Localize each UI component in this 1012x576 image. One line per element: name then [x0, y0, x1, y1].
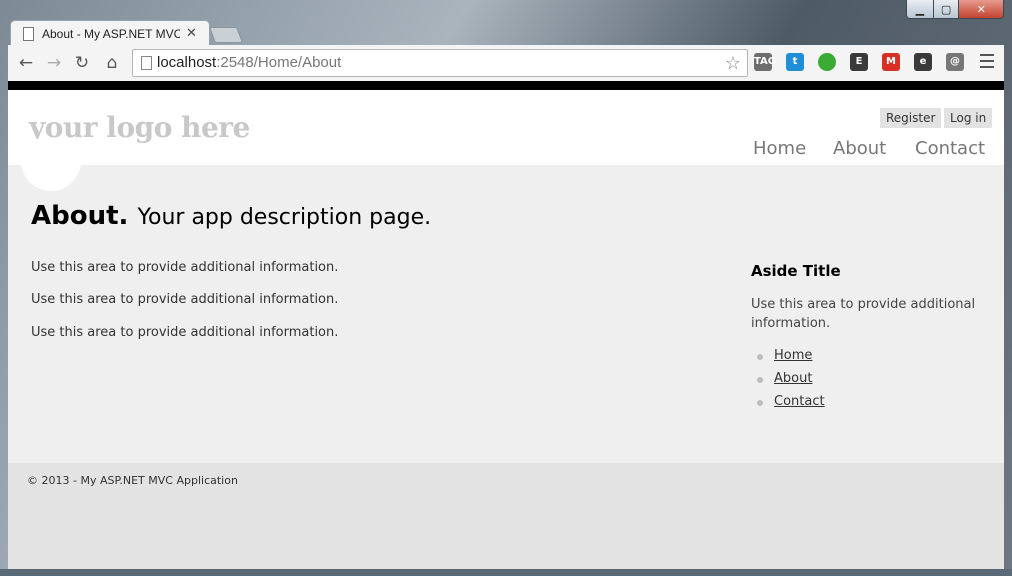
page-icon — [23, 26, 34, 41]
aside-title: Aside Title — [751, 262, 841, 280]
page-icon — [141, 56, 152, 70]
body-paragraph: Use this area to provide additional info… — [31, 292, 339, 307]
aside-link-contact[interactable]: Contact — [774, 394, 825, 409]
nav-contact-link[interactable]: Contact — [915, 138, 985, 159]
body-paragraph: Use this area to provide additional info… — [31, 325, 339, 340]
login-link[interactable]: Log in — [944, 108, 993, 128]
page-title-subtitle: Your app description page. — [137, 205, 432, 230]
page-title: About. Your app description page. — [31, 201, 431, 231]
close-window-button[interactable]: ✕ — [959, 0, 1004, 19]
back-icon[interactable]: ← — [16, 54, 36, 72]
tab-title: About - My ASP.NET MVC — [42, 26, 180, 41]
address-bar[interactable]: localhost:2548/Home/About ☆ — [132, 49, 748, 77]
footer-copyright: © 2013 - My ASP.NET MVC Application — [27, 474, 238, 487]
nav-about-link[interactable]: About — [833, 138, 886, 159]
aside-text: Use this area to provide additional info… — [751, 297, 976, 331]
twitter-icon[interactable]: t — [786, 53, 804, 71]
nav-home-link[interactable]: Home — [753, 138, 806, 159]
bookmark-star-icon[interactable]: ☆ — [725, 50, 741, 76]
aside-link-list: Home About Contact — [751, 348, 825, 417]
register-link[interactable]: Register — [880, 108, 942, 128]
at-sign-icon[interactable]: @ — [946, 53, 964, 71]
window-controls: ▁ ▢ ✕ — [906, 0, 1004, 20]
site-footer: © 2013 - My ASP.NET MVC Application — [8, 463, 1004, 569]
grid-extension-icon[interactable]: E — [850, 53, 868, 71]
minimize-button[interactable]: ▁ — [906, 0, 934, 19]
list-item: Contact — [751, 394, 825, 417]
evernote-icon[interactable]: e — [914, 53, 932, 71]
aside-link-home[interactable]: Home — [774, 348, 812, 363]
page-viewport: your logo here Register Log in Home Abou… — [8, 81, 1004, 569]
tag-extension-icon[interactable]: TAG — [754, 53, 776, 71]
close-tab-icon[interactable]: ✕ — [186, 26, 197, 41]
new-tab-button[interactable] — [209, 27, 243, 43]
list-item: About — [751, 371, 825, 394]
menu-icon[interactable] — [980, 54, 994, 72]
gmail-icon[interactable]: M — [882, 53, 900, 71]
reload-icon[interactable]: ↻ — [72, 54, 92, 72]
forward-icon[interactable]: → — [44, 54, 64, 72]
window-bottom-edge — [0, 569, 1012, 576]
maximize-button[interactable]: ▢ — [933, 0, 960, 19]
leaf-icon[interactable] — [818, 53, 836, 71]
url-text: localhost:2548/Home/About — [157, 54, 342, 71]
body-paragraph: Use this area to provide additional info… — [31, 260, 339, 275]
top-bar — [8, 81, 1004, 90]
browser-tab-active[interactable]: About - My ASP.NET MVC ✕ — [10, 20, 210, 46]
browser-toolbar: ← → ↻ ⌂ localhost:2548/Home/About ☆ TAG t… — [8, 45, 1004, 82]
home-icon[interactable]: ⌂ — [102, 54, 122, 72]
page-title-main: About. — [31, 201, 129, 231]
list-item: Home — [751, 348, 825, 371]
aside-link-about[interactable]: About — [774, 371, 812, 386]
